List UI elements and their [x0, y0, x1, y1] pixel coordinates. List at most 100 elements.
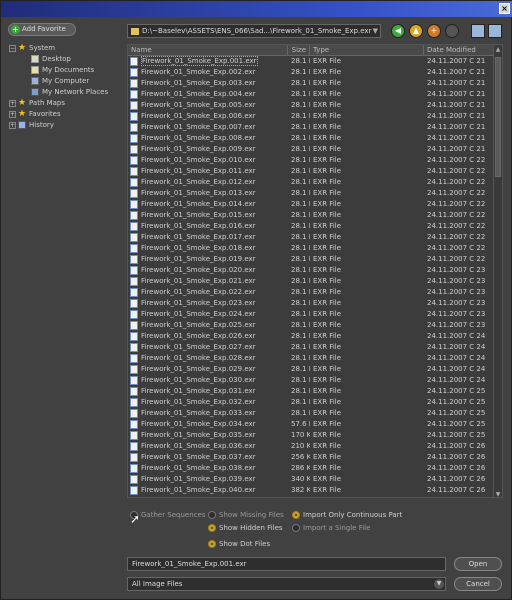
- table-row[interactable]: Firework_01_Smoke_Exp.019.exr 28.1 KBEXR …: [128, 254, 502, 265]
- expand-icon[interactable]: +: [9, 110, 16, 118]
- table-row[interactable]: Firework_01_Smoke_Exp.013.exr 28.1 KBEXR …: [128, 188, 502, 199]
- table-row[interactable]: Firework_01_Smoke_Exp.020.exr 28.1 KBEXR …: [128, 265, 502, 276]
- table-row[interactable]: Firework_01_Smoke_Exp.012.exr 28.1 KBEXR …: [128, 177, 502, 188]
- title-bar[interactable]: ×: [1, 1, 512, 17]
- table-row[interactable]: Firework_01_Smoke_Exp.037.exr 256 KBEXR F…: [128, 452, 502, 463]
- table-row[interactable]: Firework_01_Smoke_Exp.041.exr 426 KBEXR F…: [128, 496, 502, 497]
- radio-icon[interactable]: [208, 540, 216, 548]
- radio-icon[interactable]: [292, 524, 300, 532]
- table-row[interactable]: Firework_01_Smoke_Exp.007.exr 28.1 KBEXR …: [128, 122, 502, 133]
- cell-date: 24.11.2007 C 26: [427, 486, 486, 494]
- show-hidden-files-option[interactable]: Show Hidden Files: [208, 523, 283, 533]
- show-missing-files-option[interactable]: Show Missing Files: [208, 510, 284, 520]
- chevron-down-icon[interactable]: ▼: [373, 25, 378, 37]
- close-icon[interactable]: ×: [499, 3, 510, 14]
- cell-type: EXR File: [310, 496, 424, 497]
- cancel-button[interactable]: Cancel: [454, 577, 502, 591]
- table-row[interactable]: Firework_01_Smoke_Exp.009.exr 28.1 KBEXR …: [128, 144, 502, 155]
- up-folder-icon[interactable]: ▲: [409, 24, 423, 38]
- table-row[interactable]: Firework_01_Smoke_Exp.011.exr 28.1 KBEXR …: [128, 166, 502, 177]
- table-row[interactable]: Firework_01_Smoke_Exp.006.exr 28.1 KBEXR …: [128, 111, 502, 122]
- column-type[interactable]: Type: [310, 45, 424, 55]
- new-folder-icon[interactable]: +: [427, 24, 441, 38]
- chevron-down-icon[interactable]: ▼: [434, 579, 444, 589]
- table-row[interactable]: Firework_01_Smoke_Exp.031.exr 28.1 KBEXR …: [128, 386, 502, 397]
- table-row[interactable]: Firework_01_Smoke_Exp.039.exr 340 KBEXR F…: [128, 474, 502, 485]
- table-row[interactable]: Firework_01_Smoke_Exp.015.exr 28.1 KBEXR …: [128, 210, 502, 221]
- table-row[interactable]: Firework_01_Smoke_Exp.022.exr 28.1 KBEXR …: [128, 287, 502, 298]
- filetype-select[interactable]: All Image Files ▼: [127, 577, 446, 591]
- sidebar-item-path-maps[interactable]: + ★ Path Maps: [9, 98, 124, 109]
- table-row[interactable]: Firework_01_Smoke_Exp.010.exr 28.1 KBEXR …: [128, 155, 502, 166]
- column-date[interactable]: Date Modified: [424, 45, 494, 55]
- show-dot-files-option[interactable]: Show Dot Files: [208, 539, 270, 549]
- cell-type: EXR File: [313, 233, 342, 241]
- table-row[interactable]: Firework_01_Smoke_Exp.018.exr 28.1 KBEXR …: [128, 243, 502, 254]
- sidebar-item-system[interactable]: − ★ System: [9, 43, 124, 54]
- scroll-down-icon[interactable]: ▼: [494, 490, 502, 497]
- radio-icon[interactable]: [208, 511, 216, 519]
- sidebar-item-desktop[interactable]: Desktop: [9, 54, 124, 65]
- table-row[interactable]: Firework_01_Smoke_Exp.017.exr 28.1 KBEXR …: [128, 232, 502, 243]
- table-row[interactable]: Firework_01_Smoke_Exp.004.exr 28.1 KBEXR …: [128, 89, 502, 100]
- file-list[interactable]: Name Size Type Date Modified Firework_01…: [127, 44, 503, 498]
- column-name[interactable]: Name: [128, 45, 288, 55]
- table-row[interactable]: Firework_01_Smoke_Exp.005.exr 28.1 KBEXR …: [128, 100, 502, 111]
- table-row[interactable]: Firework_01_Smoke_Exp.027.exr 28.1 KBEXR …: [128, 342, 502, 353]
- column-size[interactable]: Size: [288, 45, 310, 55]
- list-view-icon[interactable]: [471, 24, 485, 38]
- table-row[interactable]: Firework_01_Smoke_Exp.003.exr 28.1 KBEXR …: [128, 78, 502, 89]
- add-favorite-button[interactable]: + Add Favorite: [8, 23, 76, 36]
- exr-file-icon: [130, 310, 138, 319]
- expand-icon[interactable]: +: [9, 99, 16, 107]
- thumbnail-view-icon[interactable]: [488, 24, 502, 38]
- table-row[interactable]: Firework_01_Smoke_Exp.032.exr 28.1 KBEXR …: [128, 397, 502, 408]
- cell-size: 57.6 KB: [291, 420, 310, 428]
- table-row[interactable]: Firework_01_Smoke_Exp.029.exr 28.1 KBEXR …: [128, 364, 502, 375]
- table-row[interactable]: Firework_01_Smoke_Exp.028.exr 28.1 KBEXR …: [128, 353, 502, 364]
- back-icon[interactable]: ◀: [391, 24, 405, 38]
- expand-icon[interactable]: −: [9, 44, 16, 52]
- cell-name: Firework_01_Smoke_Exp.025.exr: [128, 320, 288, 331]
- table-row[interactable]: Firework_01_Smoke_Exp.026.exr 28.1 KBEXR …: [128, 331, 502, 342]
- import-single-file-option[interactable]: Import a Single File: [292, 523, 370, 533]
- table-row[interactable]: Firework_01_Smoke_Exp.016.exr 28.1 KBEXR …: [128, 221, 502, 232]
- open-button[interactable]: Open: [454, 557, 502, 571]
- table-row[interactable]: Firework_01_Smoke_Exp.001.exr 28.1 KBEXR …: [128, 56, 502, 67]
- table-row[interactable]: Firework_01_Smoke_Exp.024.exr 28.1 KBEXR …: [128, 309, 502, 320]
- table-row[interactable]: Firework_01_Smoke_Exp.002.exr 28.1 KBEXR …: [128, 67, 502, 78]
- table-row[interactable]: Firework_01_Smoke_Exp.021.exr 28.1 KBEXR …: [128, 276, 502, 287]
- radio-icon[interactable]: [208, 524, 216, 532]
- table-row[interactable]: Firework_01_Smoke_Exp.030.exr 28.1 KBEXR …: [128, 375, 502, 386]
- table-row[interactable]: Firework_01_Smoke_Exp.014.exr 28.1 KBEXR …: [128, 199, 502, 210]
- scroll-thumb[interactable]: [495, 57, 501, 177]
- gather-sequences-option[interactable]: Gather Sequences: [130, 510, 205, 520]
- table-row[interactable]: Firework_01_Smoke_Exp.035.exr 170 KBEXR F…: [128, 430, 502, 441]
- sidebar-item-my-documents[interactable]: My Documents: [9, 65, 124, 76]
- table-row[interactable]: Firework_01_Smoke_Exp.025.exr 28.1 KBEXR …: [128, 320, 502, 331]
- table-row[interactable]: Firework_01_Smoke_Exp.008.exr 28.1 KBEXR …: [128, 133, 502, 144]
- sidebar-item-history[interactable]: + History: [9, 120, 124, 131]
- delete-icon[interactable]: [445, 24, 459, 38]
- expand-icon[interactable]: +: [9, 121, 16, 129]
- scroll-up-icon[interactable]: ▲: [494, 45, 502, 54]
- exr-file-icon: [130, 79, 138, 88]
- exr-file-icon: [130, 365, 138, 374]
- cell-name: Firework_01_Smoke_Exp.012.exr: [128, 177, 288, 188]
- sidebar-item-my-network-places[interactable]: My Network Places: [9, 87, 124, 98]
- table-row[interactable]: Firework_01_Smoke_Exp.038.exr 286 KBEXR F…: [128, 463, 502, 474]
- file-name: Firework_01_Smoke_Exp.008.exr: [141, 134, 256, 142]
- radio-icon[interactable]: [292, 511, 300, 519]
- import-continuous-option[interactable]: Import Only Continuous Part: [292, 510, 402, 520]
- vertical-scrollbar[interactable]: ▲ ▼: [493, 45, 502, 497]
- table-row[interactable]: Firework_01_Smoke_Exp.036.exr 210 KBEXR F…: [128, 441, 502, 452]
- cell-name: Firework_01_Smoke_Exp.020.exr: [128, 265, 288, 276]
- sidebar-item-my-computer[interactable]: My Computer: [9, 76, 124, 87]
- sidebar-item-favorites[interactable]: + ★ Favorites: [9, 109, 124, 120]
- table-row[interactable]: Firework_01_Smoke_Exp.033.exr 28.1 KBEXR …: [128, 408, 502, 419]
- table-row[interactable]: Firework_01_Smoke_Exp.034.exr 57.6 KBEXR …: [128, 419, 502, 430]
- filename-input[interactable]: Firework_01_Smoke_Exp.001.exr: [127, 557, 446, 571]
- table-row[interactable]: Firework_01_Smoke_Exp.040.exr382 KBEXR F…: [128, 485, 502, 496]
- path-dropdown[interactable]: D:\~Baselev\ASSETS\ENS_066\Sad...\Firewo…: [127, 24, 381, 38]
- table-row[interactable]: Firework_01_Smoke_Exp.023.exr 28.1 KBEXR …: [128, 298, 502, 309]
